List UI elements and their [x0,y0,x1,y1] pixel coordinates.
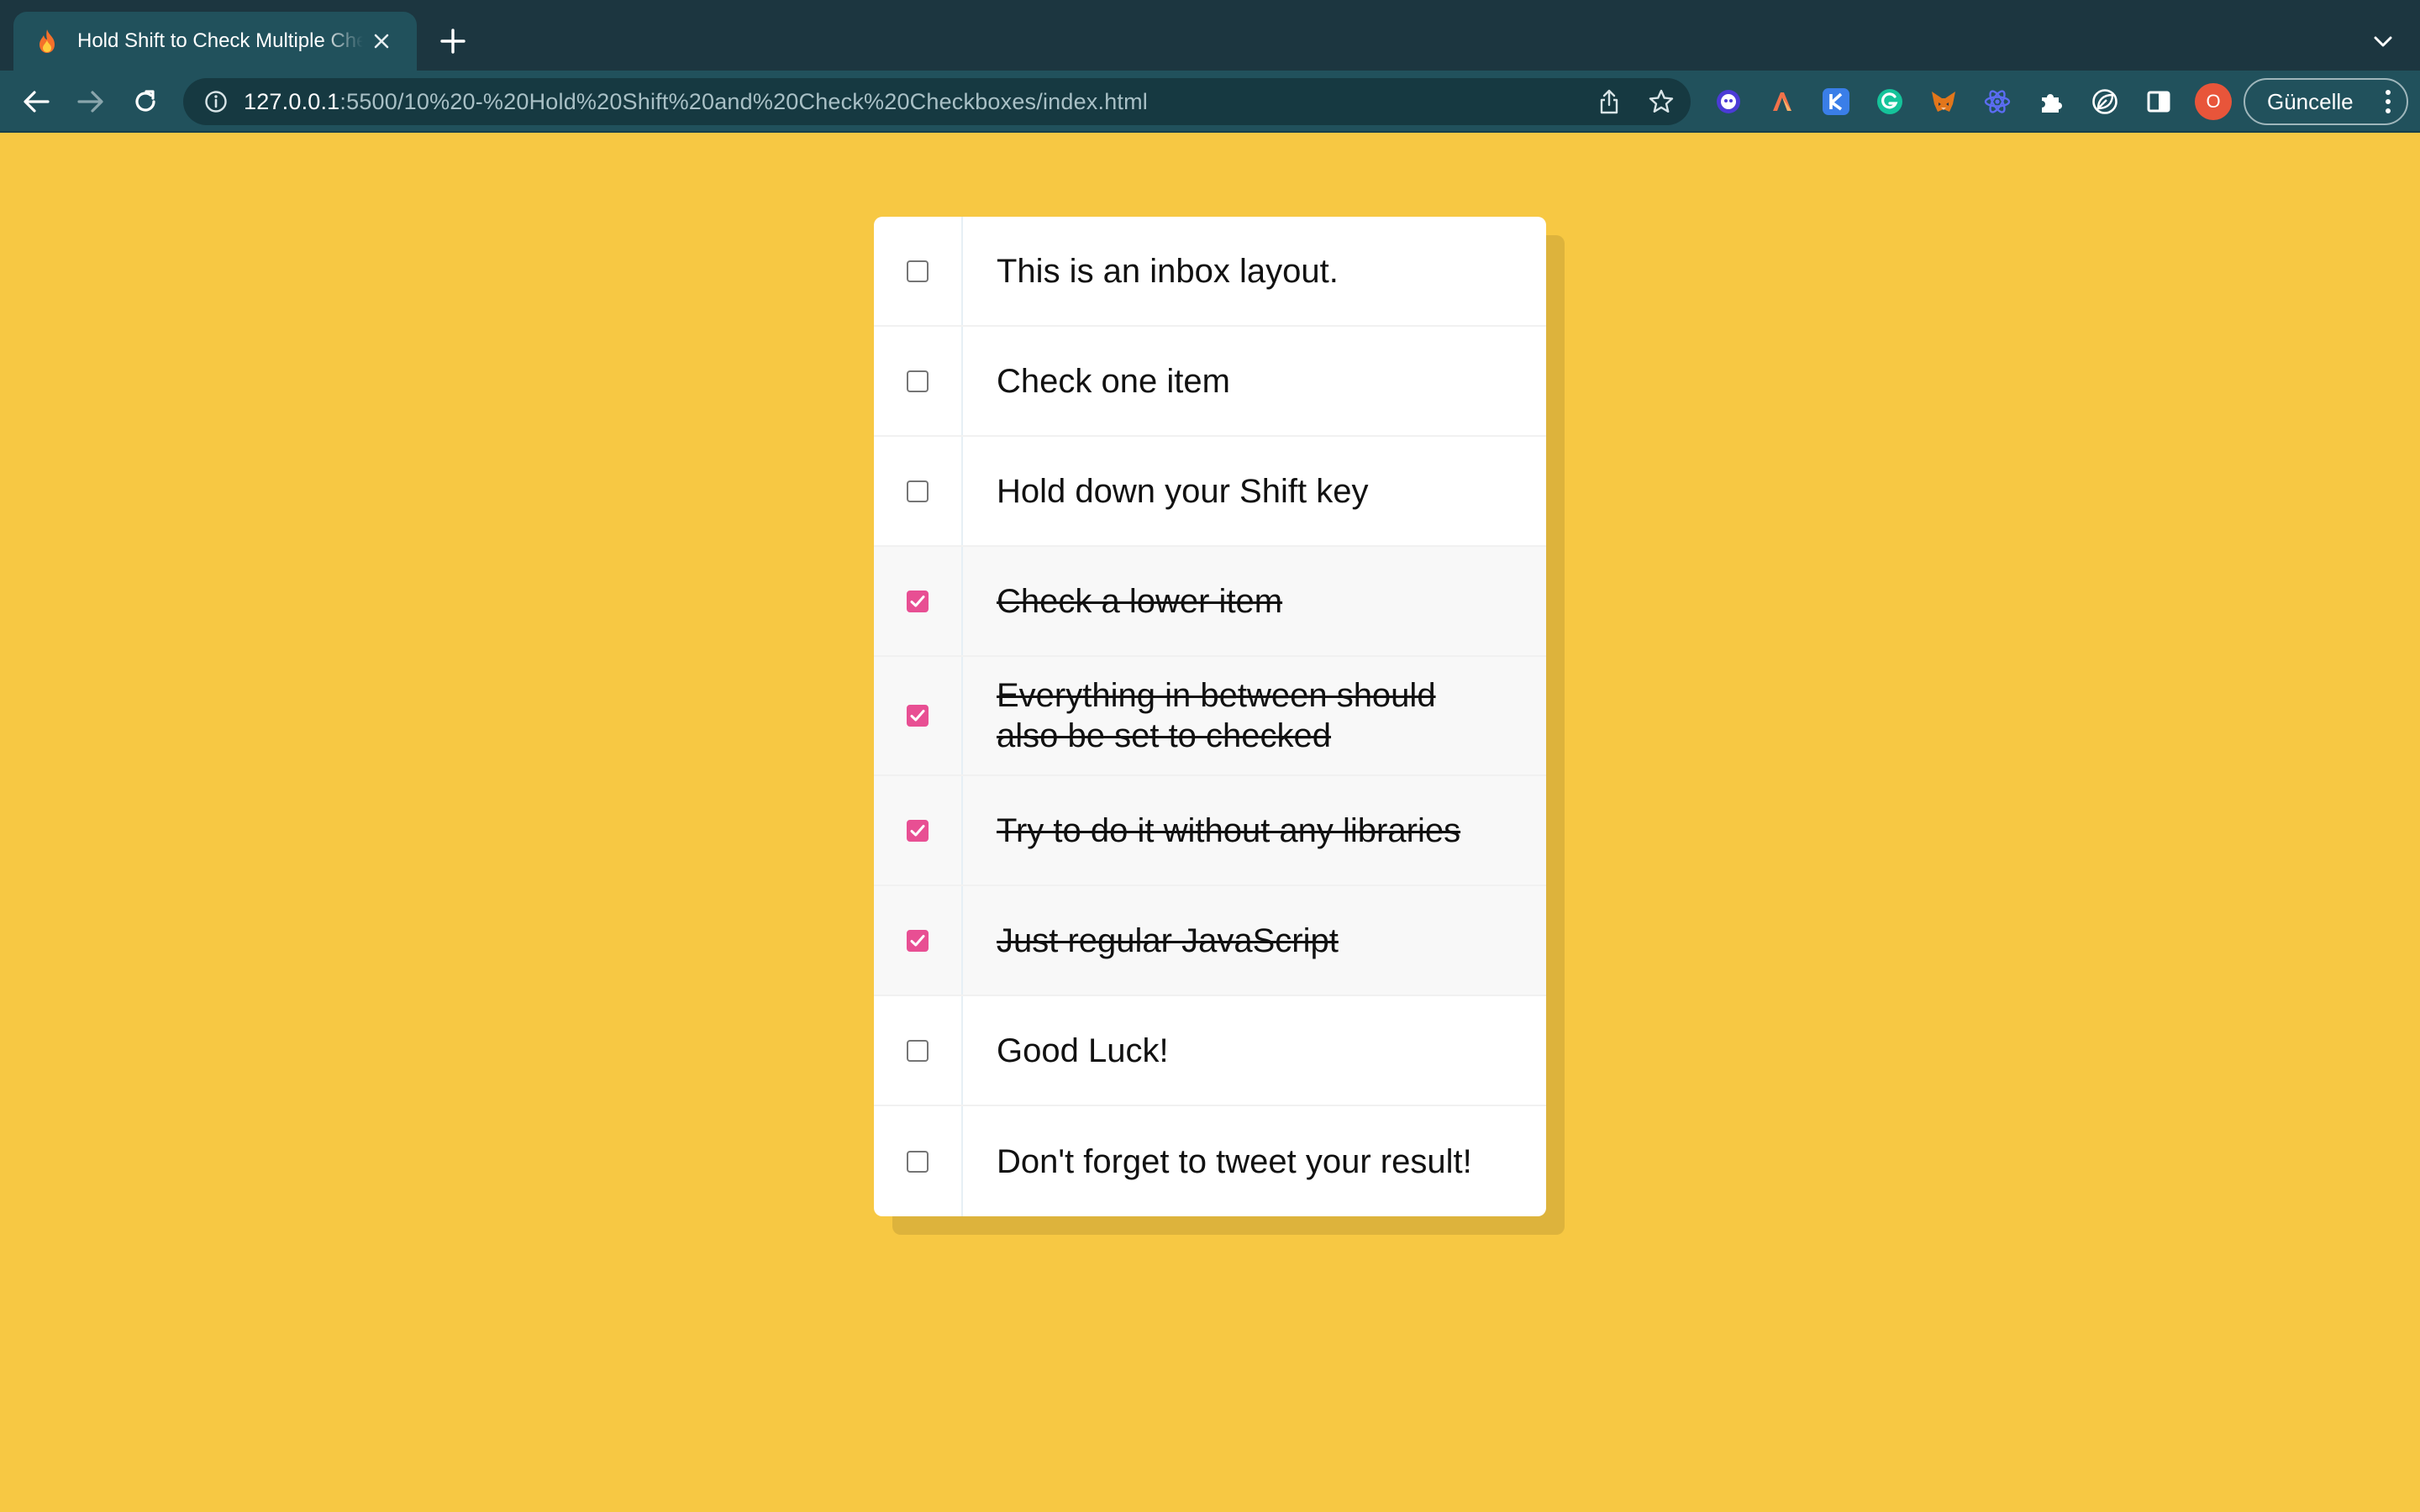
checkbox-cell [874,547,963,655]
page-viewport: This is an inbox layout. Check one item Ho… [0,133,2420,1512]
item-label: Good Luck! [997,1032,1169,1069]
item-label: This is an inbox layout. [997,252,1339,290]
share-icon[interactable] [1595,87,1623,116]
item-checkbox[interactable] [907,929,929,952]
item-label: Hold down your Shift key [997,472,1369,510]
reload-icon[interactable] [124,81,166,123]
checkmark-icon [910,595,925,606]
angular-extension-icon[interactable] [1766,86,1798,118]
profile-avatar[interactable]: O [2195,83,2232,120]
checkbox-cell [874,776,963,885]
star-icon[interactable] [1647,87,1676,116]
metamask-extension-icon[interactable] [1928,86,1960,118]
grammarly-extension-icon[interactable] [1874,86,1906,118]
inbox-item: Everything in between should also be set… [874,657,1546,776]
checkbox-cell [874,437,963,545]
inbox-item: Just regular JavaScript [874,886,1546,996]
item-checkbox[interactable] [907,1150,929,1173]
inbox-list: This is an inbox layout. Check one item Ho… [874,217,1546,1216]
checkbox-cell [874,657,963,774]
checkmark-icon [910,824,925,836]
inbox-item: Hold down your Shift key [874,437,1546,547]
item-checkbox[interactable] [907,260,929,282]
item-checkbox[interactable] [907,370,929,392]
checkbox-cell [874,1106,963,1216]
tab-bar: Hold Shift to Check Multiple Checkboxes [0,0,2420,71]
inbox-item: Check a lower item [874,547,1546,657]
item-label: Don't forget to tweet your result! [997,1142,1472,1180]
checkbox-cell [874,886,963,995]
item-label: Check a lower item [997,582,1283,620]
item-checkbox[interactable] [907,705,929,727]
ghost-extension-icon[interactable] [1712,86,1744,118]
item-checkbox[interactable] [907,480,929,502]
arrow-left-icon[interactable] [15,81,57,123]
close-icon[interactable] [366,26,397,56]
browser-toolbar: 127.0.0.1:5500/10%20-%20Hold%20Shift%20a… [0,71,2420,133]
leaf-icon[interactable] [2089,86,2121,118]
inbox-item: Good Luck! [874,996,1546,1106]
address-bar[interactable]: 127.0.0.1:5500/10%20-%20Hold%20Shift%20a… [183,78,1691,125]
fire-icon [34,28,60,55]
tab-title: Hold Shift to Check Multiple Checkboxes [77,29,363,52]
url-path: :5500/10%20-%20Hold%20Shift%20and%20Chec… [339,88,1149,114]
inbox-item: Check one item [874,327,1546,437]
item-checkbox[interactable] [907,1039,929,1062]
item-label: Try to do it without any libraries [997,811,1461,849]
new-tab-button[interactable] [434,22,472,60]
item-label: Just regular JavaScript [997,921,1339,959]
info-icon[interactable] [202,87,230,116]
item-checkbox[interactable] [907,819,929,842]
checkbox-cell [874,217,963,325]
item-checkbox[interactable] [907,590,929,612]
update-button[interactable]: Güncelle [2244,78,2408,125]
checkmark-icon [910,934,925,946]
inbox-item: Try to do it without any libraries [874,776,1546,886]
url-host: 127.0.0.1 [244,88,340,114]
sidebar-icon[interactable] [2143,86,2175,118]
item-label: Everything in between should also be set… [997,677,1436,754]
k-extension-icon[interactable] [1820,86,1852,118]
browser-tab[interactable]: Hold Shift to Check Multiple Checkboxes [13,12,417,71]
item-label: Check one item [997,362,1230,400]
checkbox-cell [874,327,963,435]
checkmark-icon [910,710,925,722]
url-text: 127.0.0.1:5500/10%20-%20Hold%20Shift%20a… [244,89,1148,115]
checkbox-cell [874,996,963,1105]
update-button-label: Güncelle [2267,88,2354,114]
inbox-item: Don't forget to tweet your result! [874,1106,1546,1216]
inbox-item: This is an inbox layout. [874,217,1546,327]
arrow-right-icon[interactable] [70,81,112,123]
chevron-down-icon[interactable] [2366,25,2400,59]
puzzle-icon[interactable] [2035,86,2067,118]
more-vert-icon[interactable] [2385,90,2391,115]
react-extension-icon[interactable] [1981,86,2013,118]
